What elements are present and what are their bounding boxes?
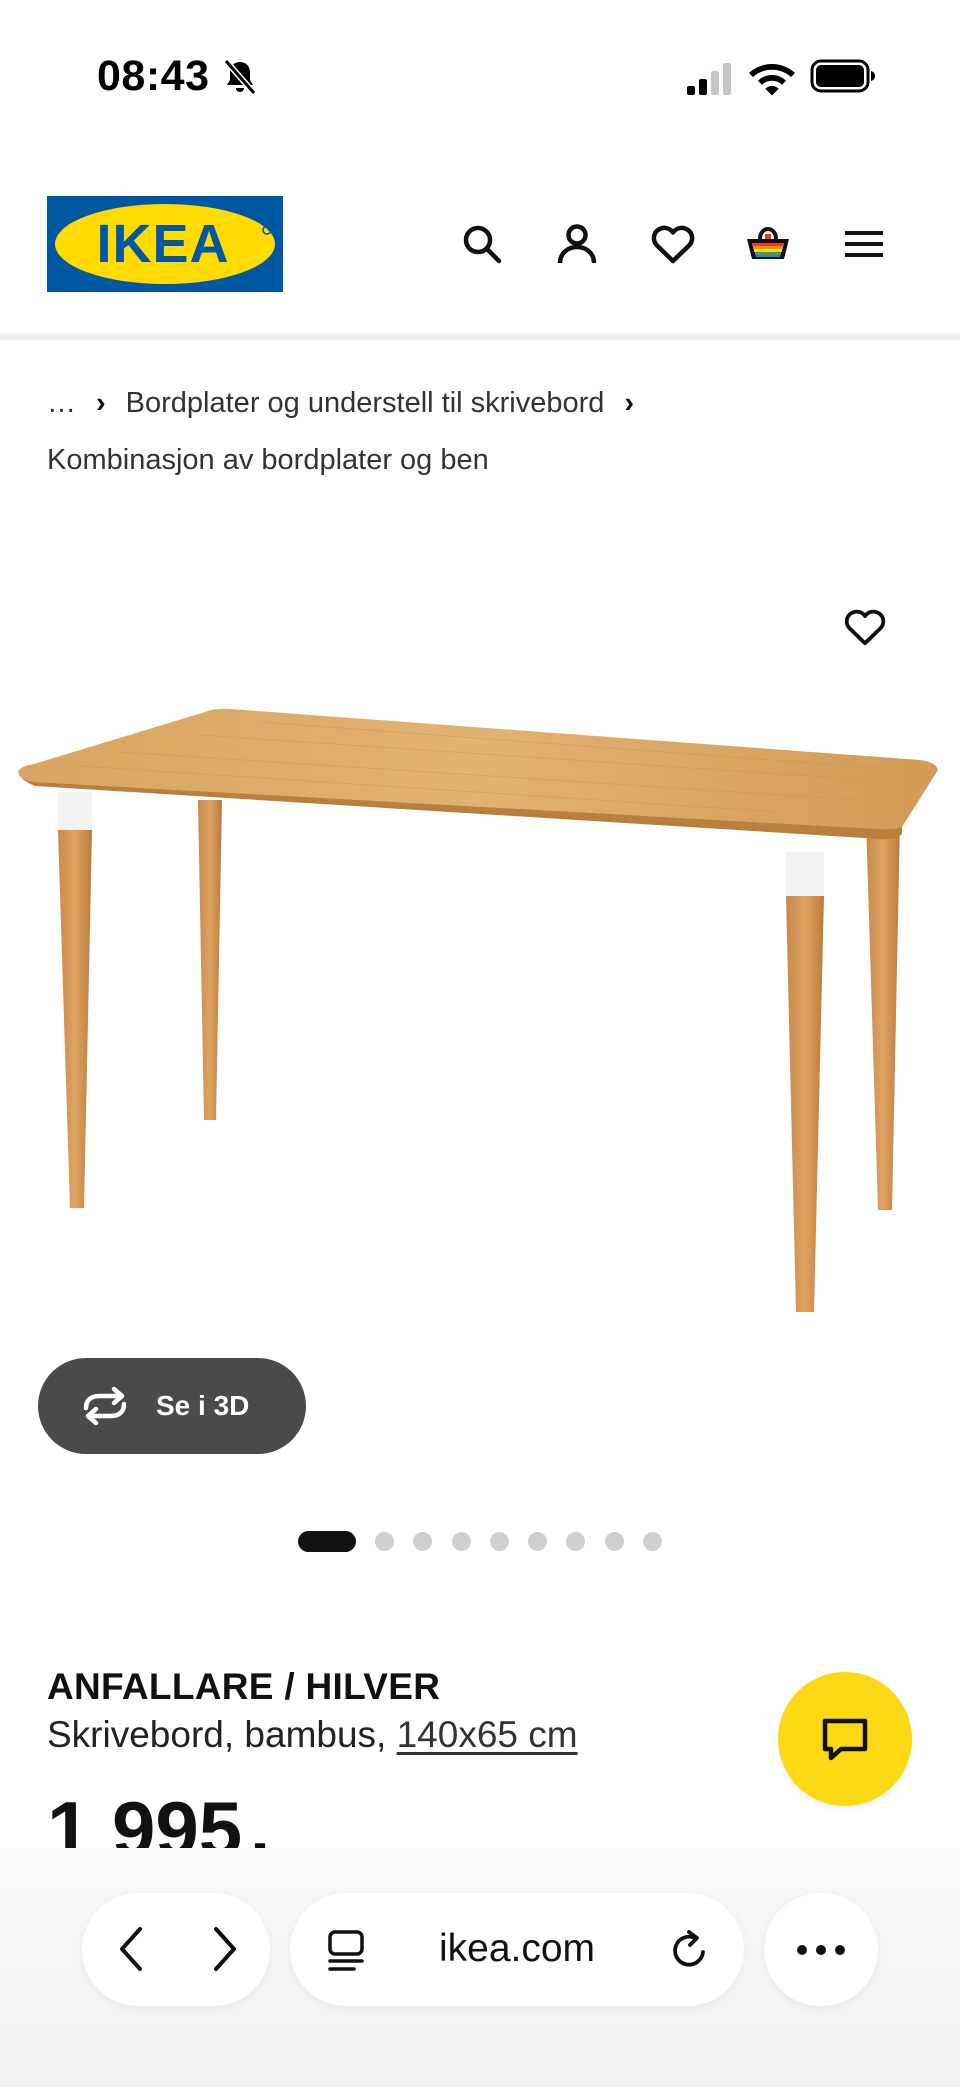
breadcrumb-ellipsis[interactable]: … [47, 375, 76, 432]
heart-outline-icon [844, 609, 886, 646]
breadcrumb: … › Bordplater og understell til skriveb… [47, 375, 907, 489]
breadcrumb-current[interactable]: Kombinasjon av bordplater og ben [47, 432, 489, 489]
price-value: 1 995 [47, 1790, 243, 1848]
battery-icon [810, 59, 875, 93]
bell-slash-icon [223, 59, 257, 95]
chevron-right-icon: › [96, 387, 106, 419]
add-to-favorites-button[interactable] [838, 600, 892, 654]
carousel-dot[interactable] [413, 1531, 433, 1551]
status-time: 08:43 [97, 52, 210, 100]
forward-button[interactable] [196, 1921, 252, 1977]
search-button[interactable] [454, 216, 510, 272]
back-button[interactable] [104, 1921, 160, 1977]
chat-button[interactable] [778, 1672, 912, 1806]
carousel-dots [298, 1530, 681, 1552]
view-in-3d-label: Se i 3D [156, 1390, 250, 1421]
carousel-dot[interactable] [489, 1531, 509, 1551]
address-bar[interactable]: ikea.com [290, 1893, 744, 2006]
reload-icon [673, 1930, 705, 1967]
cellular-signal-icon [687, 63, 731, 95]
product-price: 1 995,- [47, 1790, 447, 1848]
price-suffix: ,- [242, 1821, 267, 1848]
svg-text:IKEA: IKEA [96, 214, 229, 274]
back-icon [120, 1927, 142, 1971]
reload-button[interactable] [662, 1923, 716, 1977]
product-image[interactable] [0, 690, 960, 1340]
wifi-icon [749, 64, 795, 96]
chat-bubble-icon [822, 1718, 868, 1761]
menu-icon [845, 231, 883, 257]
ikea-logo[interactable]: IKEA [47, 196, 283, 292]
product-size-link[interactable]: 140x65 cm [397, 1714, 578, 1755]
browser-toolbar: ikea.com [0, 1848, 960, 2087]
shopping-bag-icon [747, 226, 789, 259]
navigation-controls [82, 1893, 270, 2006]
chevron-right-icon: › [624, 387, 635, 419]
more-icon [797, 1944, 845, 1955]
carousel-dot[interactable] [298, 1530, 356, 1552]
view-in-3d-button[interactable]: Se i 3D [38, 1358, 306, 1454]
cart-button[interactable] [740, 216, 796, 272]
carousel-dot[interactable] [604, 1531, 624, 1551]
status-bar: 08:43 [0, 0, 960, 150]
carousel-dot[interactable] [375, 1531, 394, 1551]
carousel-dot[interactable] [451, 1531, 471, 1551]
product-name: ANFALLARE / HILVER [47, 1666, 441, 1707]
carousel-dot[interactable] [566, 1531, 586, 1551]
menu-button[interactable] [836, 216, 892, 272]
heart-icon [651, 225, 695, 264]
product-description: Skrivebord, bambus, 140x65 cm [47, 1714, 578, 1756]
carousel-dot[interactable] [643, 1531, 663, 1551]
search-icon [463, 225, 502, 264]
account-icon [557, 224, 597, 264]
carousel-dot[interactable] [528, 1531, 548, 1551]
account-button[interactable] [549, 216, 605, 272]
product-type: Skrivebord, bambus, [47, 1714, 397, 1755]
wishlist-button[interactable] [645, 216, 701, 272]
forward-icon [214, 1927, 236, 1971]
breadcrumb-item[interactable]: Bordplater og understell til skrivebord [126, 375, 605, 432]
more-button[interactable] [764, 1893, 878, 2006]
site-header: IKEA [0, 190, 960, 340]
rotate-3d-icon [83, 1386, 127, 1426]
